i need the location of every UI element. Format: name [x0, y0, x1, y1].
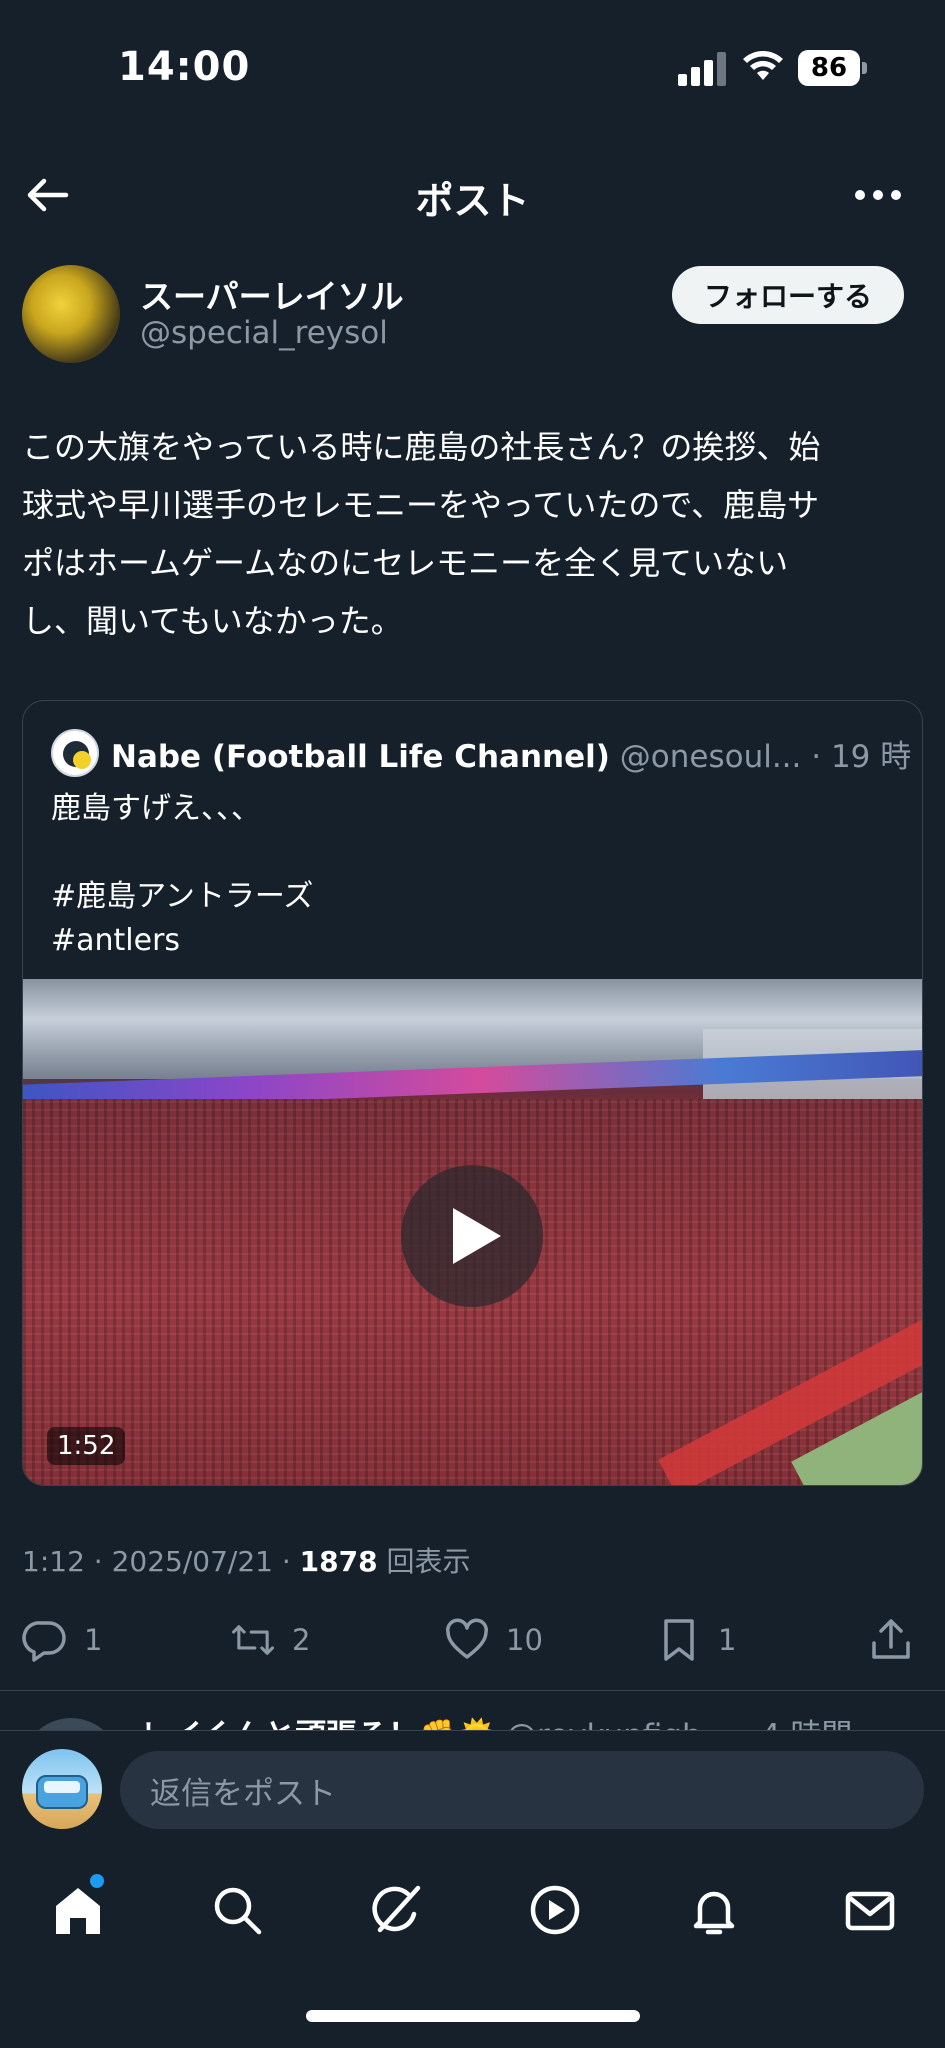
- like-count: 10: [506, 1623, 543, 1657]
- post-meta: 1:12 · 2025/07/21 · 1878 回表示: [22, 1540, 471, 1580]
- header: ポスト: [0, 150, 945, 240]
- quoted-post[interactable]: Nabe (Football Life Channel) @onesoul...…: [22, 700, 923, 1486]
- repost-count: 2: [292, 1623, 311, 1657]
- play-button[interactable]: [401, 1165, 543, 1307]
- quote-header: Nabe (Football Life Channel) @onesoul...…: [111, 731, 911, 775]
- quote-avatar: [51, 729, 99, 777]
- like-button[interactable]: 10: [444, 1612, 543, 1668]
- cellular-signal-icon: [678, 52, 726, 86]
- page-title: ポスト: [415, 179, 530, 223]
- bookmark-button[interactable]: 1: [656, 1612, 736, 1668]
- search-icon: [214, 1887, 262, 1935]
- bookmark-count: 1: [718, 1623, 737, 1657]
- user-avatar[interactable]: [22, 1749, 102, 1829]
- home-icon: [56, 1888, 100, 1934]
- notifications-icon: [693, 1891, 735, 1935]
- post-timestamp: 1:12 · 2025/07/21 ·: [22, 1545, 300, 1578]
- author-handle[interactable]: @special_reysol: [140, 315, 388, 351]
- reply-button[interactable]: 1: [22, 1612, 102, 1668]
- heart-icon: [446, 1618, 488, 1659]
- share-button[interactable]: [868, 1612, 914, 1668]
- nav-notifications[interactable]: [682, 1878, 746, 1942]
- bottom-nav: [0, 1846, 945, 1976]
- repost-icon: [231, 1625, 275, 1655]
- view-label: 回表示: [377, 1545, 471, 1578]
- status-time: 14:00: [118, 44, 251, 90]
- video-duration: 1:52: [47, 1427, 126, 1465]
- grok-icon: [372, 1885, 421, 1933]
- status-bar: 14:00 86: [0, 0, 945, 140]
- reply-composer: 返信をポスト: [0, 1730, 945, 1846]
- notification-dot: [90, 1874, 104, 1888]
- quote-handle-time: @onesoul... · 19 時間: [609, 739, 911, 775]
- bookmark-icon: [664, 1619, 694, 1661]
- battery-level: 86: [810, 53, 848, 83]
- battery-tip: [862, 62, 867, 74]
- video-thumbnail[interactable]: 1:52: [23, 979, 922, 1485]
- view-count[interactable]: 1878: [300, 1545, 378, 1578]
- screen: 14:00 86 ポスト スーパーレイソル @special_reysol フォ…: [0, 0, 945, 2048]
- battery-indicator: 86: [798, 50, 868, 86]
- nav-grok[interactable]: [364, 1878, 428, 1942]
- battery-icon: 86: [798, 50, 860, 86]
- nav-search[interactable]: [205, 1878, 269, 1942]
- author-avatar[interactable]: [22, 265, 120, 363]
- quote-text: 鹿島すげえ、、、 #鹿島アントラーズ #antlers: [51, 791, 314, 958]
- more-horizontal-icon[interactable]: [850, 170, 906, 220]
- author-name[interactable]: スーパーレイソル: [140, 270, 404, 318]
- action-bar: 1 2 10 1: [0, 1612, 945, 1672]
- reply-input[interactable]: 返信をポスト: [120, 1751, 924, 1829]
- video-icon: [530, 1885, 580, 1935]
- follow-button[interactable]: フォローする: [672, 266, 904, 324]
- nav-home[interactable]: [46, 1874, 110, 1942]
- reply-icon: [22, 1621, 66, 1662]
- home-indicator: [306, 2010, 640, 2022]
- share-icon: [872, 1619, 910, 1659]
- play-icon: [453, 1208, 501, 1264]
- nav-messages[interactable]: [838, 1878, 902, 1942]
- quote-author-name: Nabe (Football Life Channel): [111, 739, 610, 775]
- repost-button[interactable]: 2: [230, 1612, 310, 1668]
- nav-video[interactable]: [523, 1878, 587, 1942]
- wifi-icon: [743, 51, 783, 80]
- post-text: この大旗をやっている時に鹿島の社長さん？の挨拶、始 球式や早川選手のセレモニーを…: [22, 428, 821, 640]
- divider: [0, 1690, 945, 1691]
- messages-icon: [845, 1891, 895, 1931]
- reply-count: 1: [84, 1623, 103, 1657]
